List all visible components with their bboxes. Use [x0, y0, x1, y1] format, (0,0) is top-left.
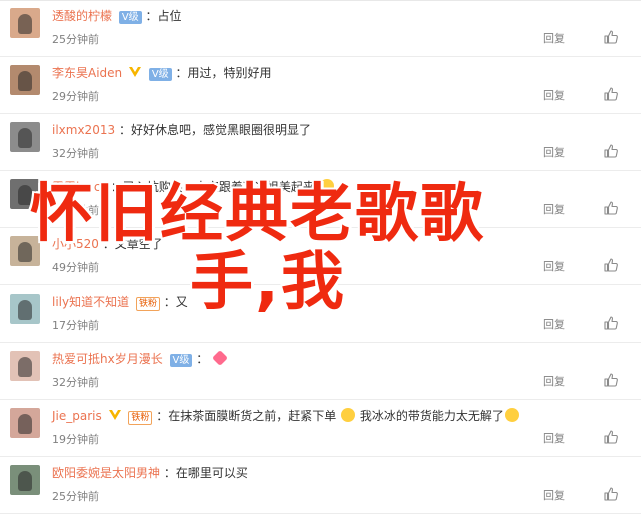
comment-text: ：占位 — [145, 9, 182, 23]
fan-badge: 铁粉 — [128, 411, 153, 425]
comment-line: 热爱可抵hx岁月漫长 V级 ： — [52, 350, 228, 367]
verified-v-icon — [128, 67, 141, 77]
user-avatar[interactable] — [10, 65, 40, 95]
comment-text: ： — [196, 352, 209, 366]
smile-emoji-icon — [504, 408, 519, 422]
comment-text: ：好好休息吧，感觉黑眼圈很明显了 — [118, 123, 311, 137]
comment-time: 29分钟前 — [52, 90, 99, 103]
comment-text: ：用过，特别好用 — [175, 66, 272, 80]
thumbs-up-icon[interactable] — [603, 372, 619, 388]
comment-text: ：在哪里可以买 — [163, 466, 248, 480]
overlay-title-line1: 怀旧经典老歌歌 — [30, 177, 485, 250]
comment-line: ilxmx2013 ：好好休息吧，感觉黑眼圈很明显了 — [52, 122, 311, 138]
vip-badge: V级 — [118, 11, 142, 24]
thumbs-up-icon[interactable] — [603, 429, 619, 445]
comment-item: 热爱可抵hx岁月漫长 V级 ： 32分钟前 回复 — [0, 343, 641, 400]
reply-button[interactable]: 回复 — [543, 373, 565, 389]
thumbs-up-icon[interactable] — [603, 143, 619, 159]
thumbs-up-icon[interactable] — [603, 86, 619, 102]
comment-line: 欧阳委婉是太阳男神 ：在哪里可以买 — [52, 465, 248, 481]
comment-time: 32分钟前 — [52, 376, 99, 389]
overlay-title: 怀旧经典老歌歌 手,我 — [30, 180, 630, 316]
verified-v-icon — [108, 410, 121, 420]
comment-item: 李东昊Aiden V级 ：用过，特别好用 29分钟前 回复 — [0, 57, 641, 114]
user-avatar[interactable] — [10, 351, 40, 381]
overlay-title-line2: 手,我 — [190, 245, 346, 318]
reply-button[interactable]: 回复 — [543, 316, 565, 332]
comment-line: Jie_paris 铁粉 ：在抹茶面膜断货之前，赶紧下单 我冰冰的带货能力太无解… — [52, 408, 520, 425]
comment-time: 17分钟前 — [52, 319, 99, 332]
vip-badge: V级 — [148, 68, 172, 81]
comment-time: 19分钟前 — [52, 433, 99, 446]
cat-emoji-icon — [341, 408, 356, 422]
username-link[interactable]: 李东昊Aiden — [52, 66, 122, 80]
reply-button[interactable]: 回复 — [543, 30, 565, 46]
thumbs-up-icon[interactable] — [603, 486, 619, 502]
comment-time: 32分钟前 — [52, 147, 99, 160]
user-avatar[interactable] — [10, 465, 40, 495]
user-avatar[interactable] — [10, 408, 40, 438]
user-avatar[interactable] — [10, 8, 40, 38]
reply-button[interactable]: 回复 — [543, 87, 565, 103]
username-link[interactable]: Jie_paris — [52, 409, 102, 423]
comment-line: 李东昊Aiden V级 ：用过，特别好用 — [52, 65, 272, 81]
heart-emoji-icon — [212, 350, 228, 366]
username-link[interactable]: ilxmx2013 — [52, 123, 115, 137]
user-avatar[interactable] — [10, 122, 40, 152]
thumbs-up-icon[interactable] — [603, 315, 619, 331]
vip-badge: V级 — [169, 354, 193, 367]
comment-item: ilxmx2013 ：好好休息吧，感觉黑眼圈很明显了 32分钟前 回复 — [0, 114, 641, 171]
comment-item: 透酸的柠檬 V级 ：占位 25分钟前 回复 — [0, 0, 641, 57]
comment-text-continued: 我冰冰的带货能力太无解了 — [359, 409, 504, 423]
username-link[interactable]: 热爱可抵hx岁月漫长 — [52, 352, 163, 366]
comment-item: 欧阳委婉是太阳男神 ：在哪里可以买 25分钟前 回复 — [0, 457, 641, 514]
comment-text: ：在抹茶面膜断货之前，赶紧下单 — [156, 409, 337, 423]
comment-time: 25分钟前 — [52, 33, 99, 46]
reply-button[interactable]: 回复 — [543, 144, 565, 160]
username-link[interactable]: 欧阳委婉是太阳男神 — [52, 466, 160, 480]
username-link[interactable]: 透酸的柠檬 — [52, 9, 112, 23]
comment-line: 透酸的柠檬 V级 ：占位 — [52, 8, 182, 24]
reply-button[interactable]: 回复 — [543, 487, 565, 503]
comment-time: 25分钟前 — [52, 490, 99, 503]
thumbs-up-icon[interactable] — [603, 29, 619, 45]
comment-item: Jie_paris 铁粉 ：在抹茶面膜断货之前，赶紧下单 我冰冰的带货能力太无解… — [0, 400, 641, 457]
reply-button[interactable]: 回复 — [543, 430, 565, 446]
